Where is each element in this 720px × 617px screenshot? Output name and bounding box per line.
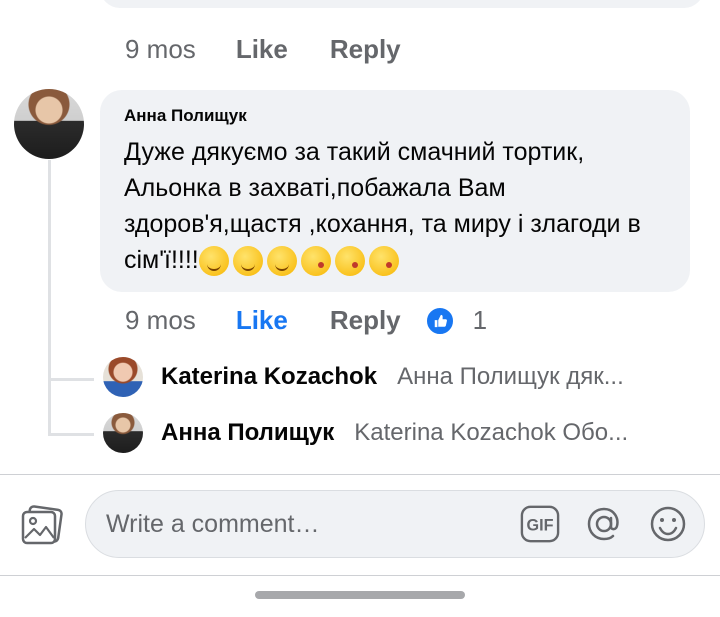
face-blowing-kiss-icon	[300, 246, 331, 277]
gif-icon[interactable]: GIF	[520, 504, 560, 544]
comment-input[interactable]	[104, 508, 508, 540]
previous-comment-actions: 9 mos Like Reply	[125, 34, 401, 65]
smiling-face-savoring-food-icon	[198, 246, 229, 277]
reply-author[interactable]: Katerina Kozachok	[161, 363, 377, 391]
reaction-count: 1	[472, 305, 488, 335]
emoji-row	[198, 246, 399, 277]
photo-icon[interactable]	[20, 505, 64, 545]
gif-label: GIF	[527, 517, 554, 535]
thread-line	[48, 160, 51, 436]
avatar[interactable]	[14, 89, 84, 159]
emoji-icon[interactable]	[648, 504, 688, 544]
divider	[0, 575, 720, 576]
reply-item[interactable]: Katerina Kozachok Анна Полищук дяк...	[103, 357, 624, 397]
thumbs-up-icon	[424, 305, 455, 336]
home-indicator[interactable]	[255, 591, 465, 599]
thread-connector	[48, 378, 94, 381]
reply-author[interactable]: Анна Полищук	[161, 419, 334, 447]
face-blowing-kiss-icon	[368, 246, 399, 277]
like-button[interactable]: Like	[236, 305, 288, 336]
like-button[interactable]: Like	[236, 34, 288, 65]
smiling-face-savoring-food-icon	[266, 246, 297, 277]
reply-item[interactable]: Анна Полищук Katerina Kozachok Обо...	[103, 413, 628, 453]
avatar[interactable]	[103, 357, 143, 397]
comment-text: Дуже дякуємо за такий смачний тортик, Ал…	[124, 134, 666, 278]
avatar[interactable]	[103, 413, 143, 453]
reply-button[interactable]: Reply	[330, 34, 401, 65]
reply-snippet: Анна Полищук дяк...	[397, 363, 624, 390]
comment-time: 9 mos	[125, 34, 196, 64]
mention-icon[interactable]	[584, 504, 624, 544]
comment-actions: 9 mos Like Reply 1	[125, 305, 487, 336]
reply-button[interactable]: Reply	[330, 305, 401, 336]
thread-connector	[48, 433, 94, 436]
previous-comment-bubble	[100, 0, 704, 8]
composer-icons: GIF	[520, 504, 688, 544]
reaction-summary[interactable]: 1	[424, 305, 488, 336]
reply-snippet: Katerina Kozachok Обо...	[354, 419, 629, 446]
comment-bubble: Анна Полищук Дуже дякуємо за такий смачн…	[100, 90, 690, 292]
comment-composer[interactable]: GIF	[85, 490, 705, 558]
smiling-face-savoring-food-icon	[232, 246, 263, 277]
divider	[0, 474, 720, 475]
face-blowing-kiss-icon	[334, 246, 365, 277]
comment-author[interactable]: Анна Полищук	[124, 106, 666, 126]
comment-time: 9 mos	[125, 305, 196, 335]
